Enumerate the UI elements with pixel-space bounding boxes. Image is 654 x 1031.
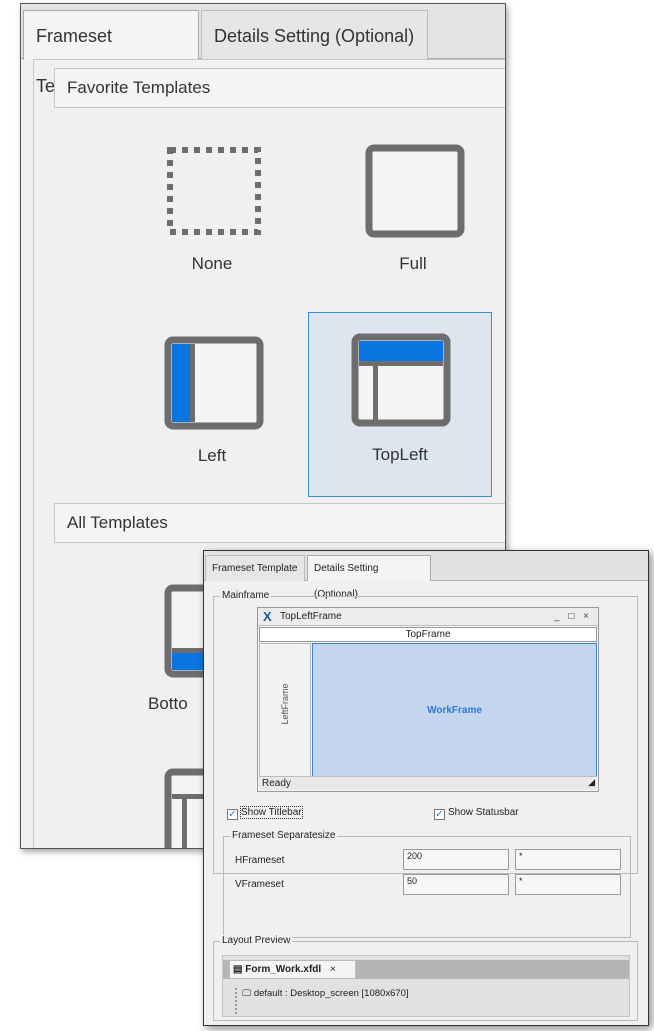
tab-frameset-template[interactable]: Frameset Template	[205, 555, 305, 581]
top-frame[interactable]: TopFrame	[259, 627, 597, 642]
layout-item-label: default : Desktop_screen [1080x670]	[253, 988, 409, 999]
full-frame-icon	[365, 144, 465, 238]
tab-bar: Frameset Template Details Setting (Optio…	[21, 4, 505, 96]
dashed-frame-icon	[167, 147, 261, 235]
template-label: Full	[399, 254, 427, 273]
form-work-tab[interactable]: ▤ Form_Work.xfdl ×	[229, 960, 356, 979]
topleft-frame-icon	[351, 333, 451, 427]
left-frame-label: LeftFrame	[280, 683, 290, 725]
monitor-icon: 🖵	[242, 988, 252, 999]
form-icon: ▤	[233, 964, 243, 975]
template-label: Left	[197, 446, 227, 465]
window-controls: _ □ ×	[554, 611, 592, 622]
template-none[interactable]: None	[120, 120, 304, 305]
template-topleft[interactable]: TopLeft	[308, 312, 492, 497]
favorite-templates-header: Favorite Templates	[54, 68, 505, 108]
tab-frameset-template[interactable]: Frameset Template	[23, 10, 199, 96]
layout-preview-box: ▤ Form_Work.xfdl × 🖵 default : Desktop_s…	[222, 955, 630, 1017]
layout-list-item[interactable]: 🖵 default : Desktop_screen [1080x670]	[235, 988, 409, 1014]
template-full[interactable]: Full	[321, 120, 505, 305]
preview-titlebar: X TopLeftFrame _ □ ×	[258, 608, 598, 626]
tab-bar: Frameset Template Details Setting (Optio…	[204, 551, 648, 600]
close-icon[interactable]: ×	[330, 964, 336, 975]
left-frame-icon	[164, 336, 264, 430]
tab-details-setting[interactable]: Details Setting (Optional)	[201, 10, 428, 60]
template-label: TopLeft	[372, 445, 428, 464]
preview-title: TopLeftFrame	[280, 611, 342, 622]
template-label: None	[191, 254, 233, 273]
group-title: Layout Preview	[220, 935, 293, 946]
form-tab-label: Form_Work.xfdl	[245, 964, 322, 975]
app-x-icon: X	[263, 609, 272, 624]
all-templates-header: All Templates	[54, 503, 505, 543]
group-title: Mainframe	[220, 590, 272, 601]
tab-details-setting[interactable]: Details Setting (Optional)	[307, 555, 431, 600]
details-setting-window: Frameset Template Details Setting (Optio…	[203, 550, 649, 1026]
layout-preview-group: Layout Preview ▤ Form_Work.xfdl × 🖵 defa…	[213, 935, 638, 1021]
template-left[interactable]: Left	[120, 312, 304, 497]
